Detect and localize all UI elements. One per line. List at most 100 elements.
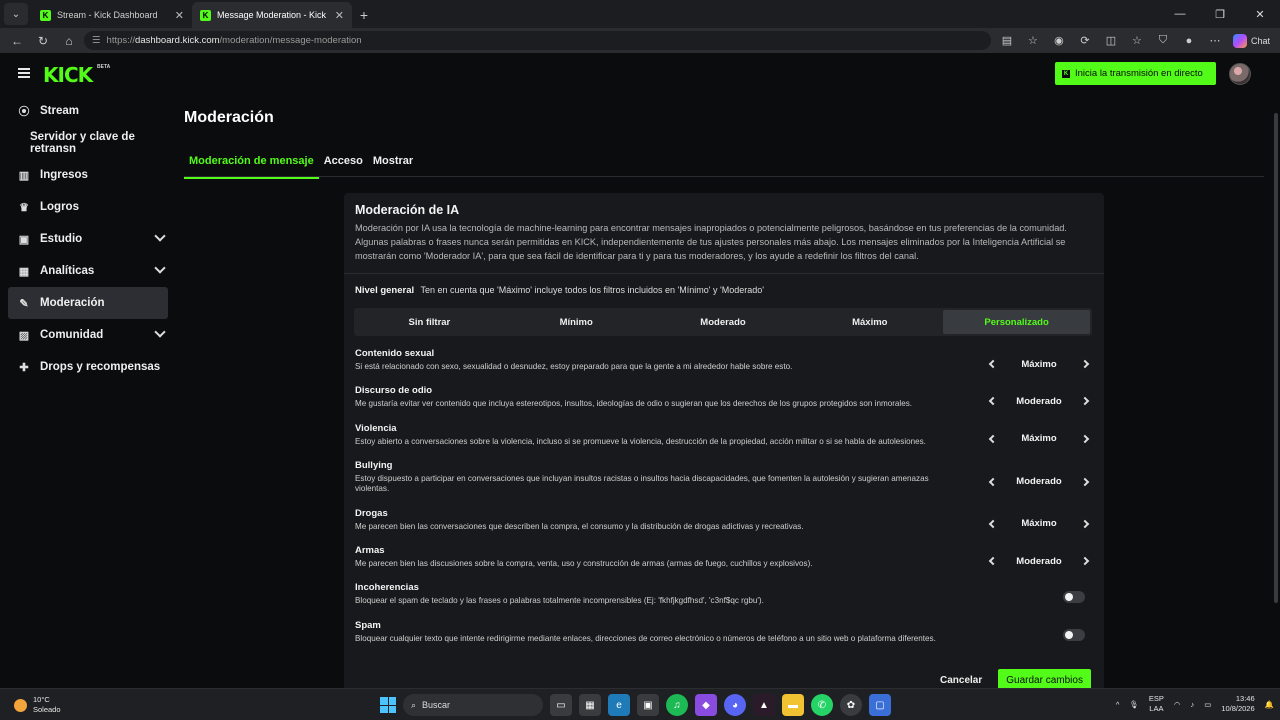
restore-icon[interactable]: ❐ <box>1200 0 1240 28</box>
chevron-left-icon[interactable] <box>983 515 1001 533</box>
level-option-minimo[interactable]: Mínimo <box>503 310 650 334</box>
sidebar-item-logros[interactable]: ♛ Logros <box>8 191 178 223</box>
favorites-icon[interactable]: ☆ <box>1125 31 1149 51</box>
task-view-icon[interactable]: ▭ <box>550 694 572 716</box>
close-window-icon[interactable]: ✕ <box>1240 0 1280 28</box>
chatgpt-icon[interactable]: ✿ <box>840 694 862 716</box>
sidebar-item-label: Stream <box>40 105 79 117</box>
notification-bell-icon[interactable]: 🔔 <box>1265 700 1274 709</box>
sidebar-item-analiticas[interactable]: ▦ Analíticas <box>8 255 178 287</box>
app-icon[interactable]: ▢ <box>869 694 891 716</box>
copilot-app-icon[interactable]: ◆ <box>695 694 717 716</box>
refresh-extension-icon[interactable]: ⟳ <box>1073 31 1097 51</box>
reader-mode-icon[interactable]: ▤ <box>995 31 1019 51</box>
chevron-right-icon[interactable] <box>1077 552 1095 570</box>
sidebar-item-moderacion[interactable]: ✎ Moderación <box>8 287 168 319</box>
spotify-icon[interactable]: ♫ <box>666 694 688 716</box>
user-avatar[interactable] <box>1229 63 1251 85</box>
chevron-left-icon[interactable] <box>983 552 1001 570</box>
edge-browser-icon[interactable]: e <box>608 694 630 716</box>
site-info-icon[interactable]: ☰ <box>92 35 101 46</box>
sidebar-item-server-key[interactable]: Servidor y clave de retransn <box>8 127 178 159</box>
page-scrollbar[interactable] <box>1274 113 1278 603</box>
address-bar: ← ↻ ⌂ ☰ https://dashboard.kick.com/moder… <box>0 28 1280 53</box>
discord-icon[interactable]: ◕ <box>724 694 746 716</box>
weather-widget[interactable]: 10°C Soleado <box>14 695 61 715</box>
sidebar-item-label: Logros <box>40 201 79 213</box>
microphone-icon[interactable]: 🎙 <box>1129 700 1139 709</box>
whatsapp-icon[interactable]: ✆ <box>811 694 833 716</box>
community-icon: ▨ <box>18 329 30 342</box>
rule-incoherencias: Incoherencias Bloquear el spam de teclad… <box>355 582 1095 619</box>
chevron-up-icon[interactable]: ^ <box>1116 700 1120 709</box>
rule-description: Estoy abierto a conversaciones sobre la … <box>355 436 926 446</box>
favorite-star-icon[interactable]: ☆ <box>1021 31 1045 51</box>
tab-moderacion-de-mensaje[interactable]: Moderación de mensaje <box>184 149 319 179</box>
calculator-icon[interactable]: ▦ <box>579 694 601 716</box>
level-option-moderado[interactable]: Moderado <box>650 310 797 334</box>
level-stepper: Moderado <box>983 472 1095 492</box>
split-screen-icon[interactable]: ◫ <box>1099 31 1123 51</box>
chevron-left-icon[interactable] <box>983 355 1001 373</box>
chevron-right-icon[interactable] <box>1077 430 1095 448</box>
reload-icon[interactable]: ↻ <box>32 31 54 51</box>
tab-acceso[interactable]: Acceso <box>319 149 368 179</box>
browser-tab-stream[interactable]: K Stream - Kick Dashboard ✕ <box>32 2 192 28</box>
chevron-right-icon[interactable] <box>1077 392 1095 410</box>
chevron-right-icon[interactable] <box>1077 355 1095 373</box>
kick-logo[interactable]: KICK <box>43 63 93 87</box>
chart-icon: ▥ <box>18 169 30 182</box>
url-input[interactable]: ☰ https://dashboard.kick.com/moderation/… <box>84 31 991 50</box>
taskbar-search[interactable]: ⌕ Buscar <box>403 694 543 716</box>
chevron-left-icon[interactable] <box>983 430 1001 448</box>
new-tab-plus-icon[interactable]: + <box>352 3 376 27</box>
tab-mostrar[interactable]: Mostrar <box>368 149 418 179</box>
volume-icon[interactable]: ♪ <box>1190 700 1194 709</box>
level-stepper: Máximo <box>983 514 1095 534</box>
language-indicator[interactable]: ESP LAA <box>1149 694 1164 714</box>
close-tab-icon[interactable]: ✕ <box>175 9 184 22</box>
back-arrow-icon[interactable]: ← <box>6 31 28 51</box>
copilot-chat-button[interactable]: Chat <box>1229 33 1274 48</box>
chevron-right-icon[interactable] <box>1077 473 1095 491</box>
stepper-value: Máximo <box>1021 433 1057 445</box>
close-tab-icon[interactable]: ✕ <box>335 9 344 22</box>
minimize-icon[interactable]: — <box>1160 0 1200 28</box>
rule-description: Si está relacionado con sexo, sexualidad… <box>355 362 793 371</box>
chevron-left-icon[interactable] <box>983 473 1001 491</box>
sidebar-item-drops[interactable]: ✚ Drops y recompensas <box>8 351 178 383</box>
wifi-icon[interactable]: ◠ <box>1174 700 1181 709</box>
home-icon[interactable]: ⌂ <box>58 31 80 51</box>
windows-start-icon[interactable] <box>380 697 396 713</box>
store-icon[interactable]: ▣ <box>637 694 659 716</box>
stepper-value: Máximo <box>1021 358 1057 370</box>
more-menu-icon[interactable]: ⋯ <box>1203 31 1227 51</box>
profile-icon[interactable]: ● <box>1177 31 1201 51</box>
affinity-icon[interactable]: ▲ <box>753 694 775 716</box>
sidebar-item-estudio[interactable]: ▣ Estudio <box>8 223 178 255</box>
file-explorer-icon[interactable]: ▬ <box>782 694 804 716</box>
sidebar-item-ingresos[interactable]: ▥ Ingresos <box>8 159 178 191</box>
chevron-left-icon[interactable] <box>983 392 1001 410</box>
tab-actions-menu-icon[interactable]: ⌄ <box>4 3 28 25</box>
general-level-row: Nivel general Ten en cuenta que 'Máximo'… <box>355 285 764 296</box>
go-live-button[interactable]: K Inicia la transmisión en directo <box>1055 62 1216 85</box>
chevron-right-icon[interactable] <box>1077 515 1095 533</box>
hamburger-menu-icon[interactable] <box>18 68 30 78</box>
level-hint: Ten en cuenta que 'Máximo' incluye todos… <box>420 285 764 295</box>
extension-icon[interactable]: ◉ <box>1047 31 1071 51</box>
spam-toggle[interactable] <box>1063 628 1085 641</box>
battery-icon[interactable]: ▭ <box>1204 700 1211 709</box>
kick-k-icon: K <box>1062 69 1070 78</box>
sidebar-item-stream[interactable]: ⦿ Stream <box>8 95 178 127</box>
rule-description: Estoy dispuesto a participar en conversa… <box>355 473 929 493</box>
level-option-maximo[interactable]: Máximo <box>796 310 943 334</box>
level-option-personalizado[interactable]: Personalizado <box>943 310 1090 334</box>
browser-tab-moderation[interactable]: K Message Moderation - Kick Dashb ✕ <box>192 2 352 28</box>
sidebar-item-comunidad[interactable]: ▨ Comunidad <box>8 319 178 351</box>
clock[interactable]: 13:46 10/8/2026 <box>1221 694 1254 714</box>
level-option-sin-filtrar[interactable]: Sin filtrar <box>356 310 503 334</box>
shield-icon[interactable]: ⛉ <box>1151 31 1175 51</box>
incoherencias-toggle[interactable] <box>1063 591 1085 604</box>
copilot-icon <box>1232 33 1247 48</box>
